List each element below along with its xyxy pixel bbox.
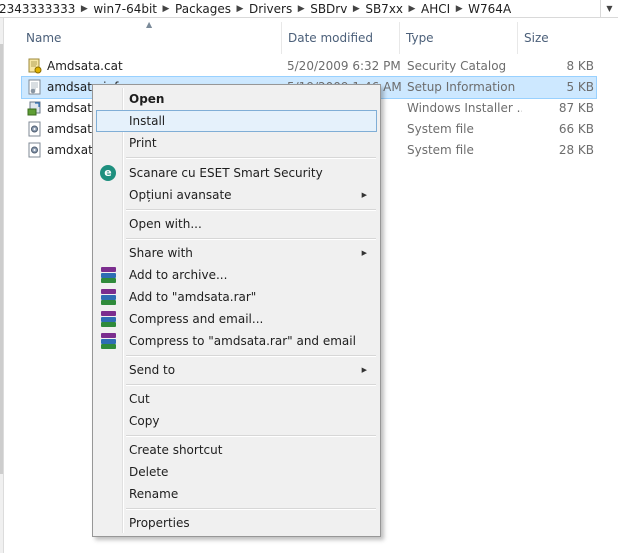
menu-item-eset-scan[interactable]: e Scanare cu ESET Smart Security [96,162,377,184]
menu-item-label: Open [129,92,165,106]
menu-item-add-to-archive[interactable]: Add to archive... [96,264,377,286]
file-type: Security Catalog [407,59,507,73]
menu-item-label: Create shortcut [129,443,223,457]
file-row[interactable]: Amdsata.cat 5/20/2009 6:32 PM Security C… [22,56,596,77]
breadcrumb-item[interactable]: AHCI [419,2,452,16]
menu-separator [126,238,376,240]
menu-item-label: Delete [129,465,169,479]
chevron-right-icon[interactable]: ▶ [233,4,247,14]
menu-item-label: Copy [129,414,160,428]
breadcrumb-item[interactable]: win7-64bit [91,2,159,16]
menu-item-label: Send to [129,363,176,377]
file-name: Amdsata.cat [47,59,123,73]
menu-item-label: Open with... [129,217,202,231]
address-dropdown-icon[interactable]: ▼ [600,0,618,17]
column-type[interactable]: Type [400,22,518,54]
menu-item-compress-email[interactable]: Compress and email... [96,308,377,330]
menu-item-print[interactable]: Print [96,132,377,154]
file-size: 87 KB [558,101,594,115]
breadcrumb-item[interactable]: W764A [466,2,513,16]
menu-item-compress-rar-email[interactable]: Compress to "amdsata.rar" and email [96,330,377,352]
file-date: 5/20/2009 6:32 PM [287,59,401,73]
context-menu: Open Install Print e Scanare cu ESET Sma… [92,84,381,537]
chevron-right-icon[interactable]: ▶ [294,4,308,14]
menu-separator [126,355,376,357]
column-header: ▲ Name Date modified Type Size [20,20,602,54]
menu-item-install[interactable]: Install [96,110,377,132]
address-bar[interactable]: 2343333333 ▶ win7-64bit ▶ Packages ▶ Dri… [0,0,618,18]
submenu-arrow-icon: ▶ [361,249,367,257]
menu-item-label: Add to archive... [129,268,228,282]
winrar-icon [101,333,116,349]
file-type: Setup Information [407,80,516,94]
chevron-right-icon[interactable]: ▶ [452,4,466,14]
menu-item-label: Properties [129,516,190,530]
winrar-icon [101,267,116,283]
file-type: System file [407,143,474,157]
chevron-right-icon[interactable]: ▶ [349,4,363,14]
menu-item-label: Compress and email... [129,312,264,326]
menu-item-advanced-options[interactable]: Opțiuni avansate ▶ [96,184,377,206]
menu-item-label: Add to "amdsata.rar" [129,290,257,304]
menu-item-cut[interactable]: Cut [96,388,377,410]
chevron-right-icon[interactable]: ▶ [405,4,419,14]
chevron-right-icon[interactable]: ▶ [159,4,173,14]
file-size: 8 KB [566,59,594,73]
menu-item-label: Opțiuni avansate [129,188,232,202]
menu-item-copy[interactable]: Copy [96,410,377,432]
menu-item-rename[interactable]: Rename [96,483,377,505]
menu-item-label: Install [129,114,166,128]
menu-item-share-with[interactable]: Share with ▶ [96,242,377,264]
scrollbar-thumb[interactable] [0,44,3,474]
installer-icon [27,101,41,116]
menu-separator [126,384,376,386]
menu-separator [126,157,376,159]
submenu-arrow-icon: ▶ [361,366,367,374]
system-file-icon [28,121,41,137]
menu-separator [126,209,376,211]
breadcrumb-item[interactable]: SB7xx [363,2,405,16]
menu-item-open[interactable]: Open [96,88,377,110]
column-name[interactable]: Name [20,22,282,54]
menu-item-label: Print [129,136,157,150]
menu-item-properties[interactable]: Properties [96,512,377,534]
chevron-right-icon[interactable]: ▶ [77,4,91,14]
menu-item-delete[interactable]: Delete [96,461,377,483]
menu-item-create-shortcut[interactable]: Create shortcut [96,439,377,461]
menu-item-label: Share with [129,246,193,260]
navigation-pane-scrollbar[interactable] [0,18,4,553]
menu-item-label: Scanare cu ESET Smart Security [129,166,323,180]
column-size[interactable]: Size [518,22,598,54]
file-type: Windows Installer ... [407,101,522,115]
breadcrumb: 2343333333 ▶ win7-64bit ▶ Packages ▶ Dri… [0,0,513,17]
winrar-icon [101,311,116,327]
menu-item-send-to[interactable]: Send to ▶ [96,359,377,381]
system-file-icon [28,142,41,158]
setup-info-icon [28,79,41,95]
menu-separator [126,435,376,437]
breadcrumb-item[interactable]: Drivers [247,2,294,16]
menu-item-label: Rename [129,487,179,501]
menu-item-label: Compress to "amdsata.rar" and email [129,334,356,348]
breadcrumb-item[interactable]: Packages [173,2,233,16]
eset-icon: e [100,165,116,181]
file-size: 66 KB [558,122,594,136]
file-type: System file [407,122,474,136]
breadcrumb-item[interactable]: 2343333333 [0,2,77,16]
winrar-icon [101,289,116,305]
breadcrumb-item[interactable]: SBDrv [308,2,349,16]
column-date-modified[interactable]: Date modified [282,22,400,54]
catalog-icon [28,58,42,74]
file-size: 5 KB [566,80,594,94]
menu-item-add-to-rar[interactable]: Add to "amdsata.rar" [96,286,377,308]
menu-item-open-with[interactable]: Open with... [96,213,377,235]
file-size: 28 KB [558,143,594,157]
menu-separator [126,508,376,510]
submenu-arrow-icon: ▶ [361,191,367,199]
menu-item-label: Cut [129,392,150,406]
